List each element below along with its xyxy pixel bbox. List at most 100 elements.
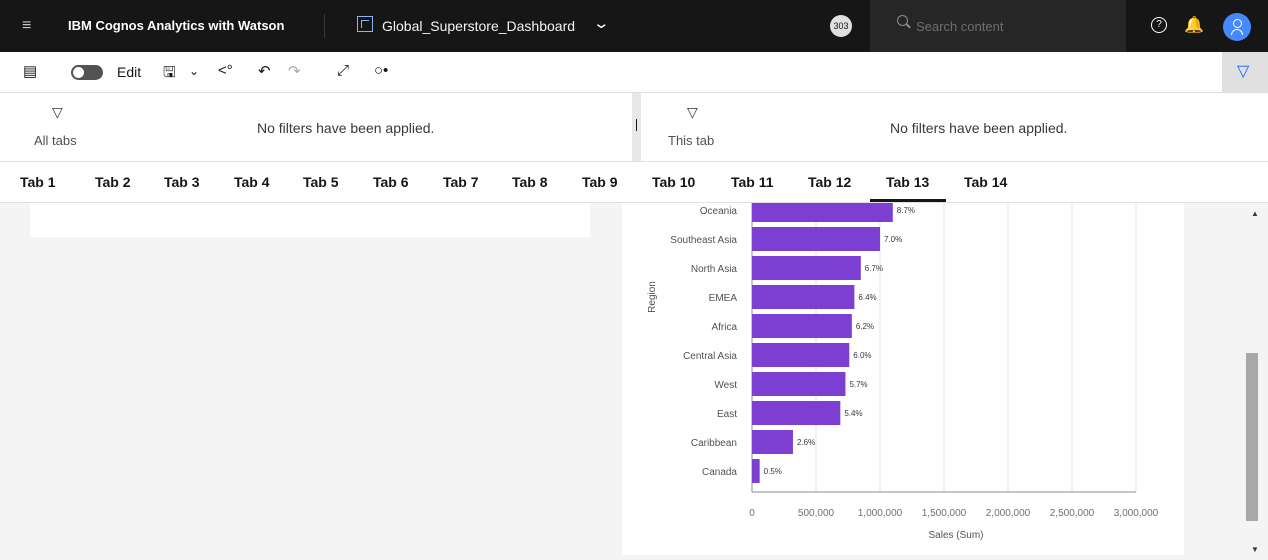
all-tabs-label: All tabs	[34, 133, 77, 148]
active-tab-indicator	[870, 199, 946, 202]
tab-12[interactable]: Tab 12	[808, 174, 851, 190]
save-icon[interactable]: 🖫	[163, 62, 176, 87]
pin-icon[interactable]: ○•	[374, 62, 388, 79]
tab-11[interactable]: Tab 11	[731, 174, 774, 190]
data-label: 7.0%	[884, 235, 902, 244]
this-tab-filter[interactable]: ▽ This tab No filters have been applied.	[641, 93, 1268, 161]
chevron-down-icon[interactable]: ⌄	[189, 64, 199, 78]
data-label: 6.4%	[858, 293, 876, 302]
dashboard-canvas: 0 500,000 1,000,000 1,500,000 2,000,000 2,500…	[0, 203, 1242, 560]
status-badge[interactable]: 303	[830, 15, 852, 37]
data-label: 8.7%	[897, 206, 915, 215]
x-axis-title: Sales (Sum)	[928, 530, 983, 541]
tab-2[interactable]: Tab 2	[95, 174, 131, 190]
bar	[752, 285, 855, 309]
filter-icon: ▽	[687, 104, 698, 120]
divider	[324, 14, 325, 38]
x-tick-label: 2,000,000	[986, 508, 1031, 519]
dashboard-title[interactable]: Global_Superstore_Dashboard	[382, 18, 575, 34]
bar	[752, 314, 852, 338]
user-avatar-icon[interactable]	[1223, 13, 1251, 41]
toolbar: ▤ Edit 🖫 ⌄ <° ↶ ↷ ⤢ ○• ▽	[0, 52, 1268, 93]
tab-9[interactable]: Tab 9	[582, 174, 618, 190]
search-icon	[897, 15, 908, 26]
category-label: Central Asia	[683, 351, 737, 362]
data-label: 6.7%	[865, 264, 883, 273]
tab-bar: Tab 1 Tab 2 Tab 3 Tab 4 Tab 5 Tab 6 Tab …	[0, 162, 1268, 203]
y-axis-title: Region	[647, 281, 658, 313]
filter-icon: ▽	[1237, 63, 1250, 80]
category-label: West	[714, 380, 737, 391]
chart-widget-sales-by-region[interactable]: 0 500,000 1,000,000 1,500,000 2,000,000 2,500…	[622, 203, 1184, 555]
chart-widget-left[interactable]	[30, 203, 590, 237]
tab-13[interactable]: Tab 13	[886, 174, 929, 190]
tab-7[interactable]: Tab 7	[443, 174, 479, 190]
x-tick-label: 3,000,000	[1114, 508, 1159, 519]
x-tick-label: 2,500,000	[1050, 508, 1095, 519]
undo-icon[interactable]: ↶	[258, 62, 271, 80]
x-tick-label: 0	[749, 508, 755, 519]
category-label: Africa	[711, 322, 737, 333]
help-icon[interactable]: ?	[1151, 17, 1167, 33]
filter-bar: ▽ All tabs No filters have been applied.…	[0, 93, 1268, 162]
bar	[752, 203, 893, 222]
redo-icon[interactable]: ↷	[288, 62, 301, 80]
all-tabs-filter[interactable]: ▽ All tabs No filters have been applied.	[0, 93, 632, 161]
bar	[752, 401, 841, 425]
data-label: 6.0%	[853, 351, 871, 360]
data-label: 5.4%	[844, 409, 862, 418]
x-tick-label: 1,000,000	[858, 508, 903, 519]
data-label: 6.2%	[856, 322, 874, 331]
category-label: East	[717, 409, 737, 420]
category-label: Southeast Asia	[670, 235, 737, 246]
this-tab-message: No filters have been applied.	[890, 120, 1068, 136]
tab-3[interactable]: Tab 3	[164, 174, 200, 190]
filter-icon: ▽	[52, 104, 63, 120]
category-label: Canada	[702, 467, 737, 478]
category-label: Oceania	[700, 206, 738, 217]
scrollbar-thumb[interactable]	[1246, 353, 1258, 521]
menu-icon[interactable]: ≡	[22, 17, 31, 35]
search-input[interactable]	[914, 14, 1098, 38]
tab-14[interactable]: Tab 14	[964, 174, 1007, 190]
top-bar: ≡ IBM Cognos Analytics with Watson Globa…	[0, 0, 1268, 52]
search-box[interactable]	[870, 0, 1126, 52]
bar	[752, 227, 880, 251]
x-tick-label: 500,000	[798, 508, 835, 519]
all-tabs-message: No filters have been applied.	[257, 120, 435, 136]
category-label: North Asia	[691, 264, 738, 275]
data-label: 0.5%	[764, 467, 782, 476]
bar	[752, 343, 850, 367]
filter-divider-handle[interactable]	[632, 93, 641, 161]
tab-6[interactable]: Tab 6	[373, 174, 409, 190]
tab-10[interactable]: Tab 10	[652, 174, 695, 190]
scroll-up-icon[interactable]: ▲	[1251, 209, 1259, 218]
bar	[752, 459, 760, 483]
tab-4[interactable]: Tab 4	[234, 174, 270, 190]
fullscreen-icon[interactable]: ⤢	[337, 62, 349, 79]
data-label: 2.6%	[797, 438, 815, 447]
scroll-down-icon[interactable]: ▼	[1251, 545, 1259, 554]
dashboard-icon	[357, 16, 373, 32]
category-label: EMEA	[709, 293, 738, 304]
share-icon[interactable]: <°	[218, 62, 233, 79]
notification-bell-icon[interactable]: 🔔	[1184, 15, 1204, 35]
comment-icon[interactable]: ▤	[23, 62, 37, 80]
this-tab-label: This tab	[668, 133, 715, 148]
product-name: IBM Cognos Analytics with Watson	[68, 18, 285, 33]
bar	[752, 372, 846, 396]
vertical-scrollbar[interactable]: ▲ ▼	[1242, 203, 1268, 560]
tab-5[interactable]: Tab 5	[303, 174, 339, 190]
tab-8[interactable]: Tab 8	[512, 174, 548, 190]
x-tick-label: 1,500,000	[922, 508, 967, 519]
category-label: Caribbean	[691, 438, 737, 449]
edit-toggle[interactable]	[71, 65, 103, 80]
tab-1[interactable]: Tab 1	[20, 174, 56, 190]
chevron-down-icon[interactable]: ⌄	[592, 14, 610, 32]
bar	[752, 256, 861, 280]
edit-label: Edit	[117, 64, 142, 80]
data-label: 5.7%	[849, 380, 867, 389]
bar	[752, 430, 793, 454]
filter-panel-button[interactable]: ▽	[1222, 52, 1268, 92]
bar-chart: 0 500,000 1,000,000 1,500,000 2,000,000 2,500…	[647, 203, 1159, 541]
